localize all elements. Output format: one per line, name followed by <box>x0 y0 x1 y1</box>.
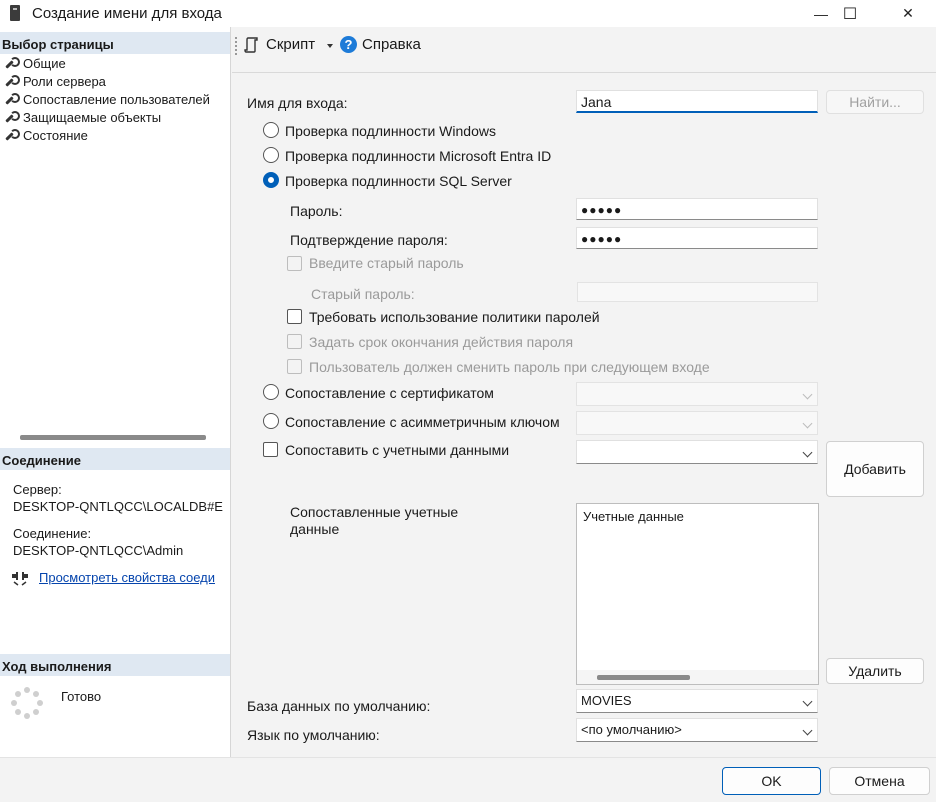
auth-windows-radio[interactable] <box>263 122 279 138</box>
password-input[interactable]: ●●●●● <box>576 198 818 220</box>
chevron-down-icon <box>802 696 813 707</box>
remove-button[interactable]: Удалить <box>826 658 924 684</box>
page-item-label: Состояние <box>23 127 88 143</box>
close-button[interactable]: ✕ <box>885 0 931 27</box>
must-change-checkbox[interactable] <box>287 359 302 374</box>
help-icon: ? <box>340 36 357 53</box>
main-form: Имя для входа: Jana Найти... Проверка по… <box>232 74 936 757</box>
wrench-icon <box>4 93 20 105</box>
wrench-icon <box>4 57 20 69</box>
password-label: Пароль: <box>290 203 343 219</box>
confirm-password-label: Подтверждение пароля: <box>290 232 448 248</box>
help-label: Справка <box>362 36 421 53</box>
default-database-dropdown[interactable]: MOVIES <box>576 689 818 713</box>
view-connection-properties-link[interactable]: Просмотреть свойства соеди <box>39 570 230 585</box>
default-language-label: Язык по умолчанию: <box>247 727 380 743</box>
default-language-dropdown[interactable]: <по умолчанию> <box>576 718 818 742</box>
search-button[interactable]: Найти... <box>826 90 924 114</box>
default-language-value: <по умолчанию> <box>581 722 682 737</box>
old-password-check-label: Введите старый пароль <box>309 255 464 271</box>
map-asymmetric-key-label: Сопоставление с асимметричным ключом <box>285 414 560 430</box>
enforce-expiration-label: Задать срок окончания действия пароля <box>309 334 574 350</box>
server-label: Сервер: <box>13 482 62 497</box>
old-password-input[interactable] <box>577 282 818 302</box>
connection-header: Соединение <box>0 448 230 470</box>
connection-value: DESKTOP-QNTLQCC\Admin <box>13 543 184 558</box>
old-password-checkbox[interactable] <box>287 256 302 271</box>
chevron-down-icon <box>802 447 813 458</box>
page-item-label: Защищаемые объекты <box>23 109 162 125</box>
default-database-value: MOVIES <box>581 693 632 708</box>
login-name-label: Имя для входа: <box>247 95 348 111</box>
auth-sql-radio[interactable] <box>263 172 279 188</box>
script-label: Скрипт <box>266 36 316 53</box>
must-change-label: Пользователь должен сменить пароль при с… <box>309 359 710 375</box>
map-certificate-radio[interactable] <box>263 384 279 400</box>
enforce-expiration-checkbox[interactable] <box>287 334 302 349</box>
auth-sql-label: Проверка подлинности SQL Server <box>285 173 512 189</box>
wrench-icon <box>4 111 20 123</box>
list-horizontal-scrollbar[interactable] <box>577 670 818 684</box>
cancel-button[interactable]: Отмена <box>829 767 930 795</box>
credentials-column-header[interactable]: Учетные данные <box>583 509 684 524</box>
old-password-label: Старый пароль: <box>311 286 415 302</box>
window-title: Создание имени для входа <box>32 5 222 22</box>
toolbar: Скрипт ? Справка <box>232 27 936 73</box>
default-database-label: База данных по умолчанию: <box>247 698 431 714</box>
script-dropdown-arrow-icon[interactable] <box>327 44 333 48</box>
credential-dropdown[interactable] <box>576 440 818 464</box>
dialog-footer: OK Отмена <box>0 757 936 802</box>
page-item-securables[interactable]: Защищаемые объекты <box>4 108 161 126</box>
select-page-header: Выбор страницы <box>0 32 230 54</box>
enforce-policy-label: Требовать использование политики паролей <box>309 309 600 325</box>
map-credential-checkbox[interactable] <box>263 442 278 457</box>
asymmetric-key-dropdown[interactable] <box>576 411 818 435</box>
progress-status: Готово <box>61 689 102 704</box>
server-value: DESKTOP-QNTLQCC\LOCALDB#E <box>13 499 223 514</box>
auth-windows-label: Проверка подлинности Windows <box>285 123 496 139</box>
script-icon <box>244 36 260 53</box>
page-item-server-roles[interactable]: Роли сервера <box>4 72 106 90</box>
chevron-down-icon <box>802 418 813 429</box>
map-credential-label: Сопоставить с учетными данными <box>285 442 510 458</box>
horizontal-scrollbar[interactable] <box>20 435 206 440</box>
mapped-credentials-label: Сопоставленные учетные данные <box>290 504 459 537</box>
login-name-input[interactable]: Jana <box>576 90 818 113</box>
chevron-down-icon <box>802 725 813 736</box>
confirm-password-input[interactable]: ●●●●● <box>576 227 818 249</box>
auth-entra-radio[interactable] <box>263 147 279 163</box>
page-item-general[interactable]: Общие <box>4 54 66 72</box>
enforce-policy-checkbox[interactable] <box>287 309 302 324</box>
progress-spinner-icon <box>10 686 44 720</box>
mapped-credentials-list[interactable]: Учетные данные <box>576 503 819 685</box>
ok-button[interactable]: OK <box>722 767 821 795</box>
page-item-label: Роли сервера <box>23 73 106 89</box>
page-item-label: Сопоставление пользователей <box>23 91 210 107</box>
page-item-status[interactable]: Состояние <box>4 126 88 144</box>
page-item-user-mapping[interactable]: Сопоставление пользователей <box>4 90 210 108</box>
left-panel: Выбор страницы Общие Роли сервера Сопост… <box>0 27 231 757</box>
plug-icon <box>10 570 30 586</box>
map-asymmetric-key-radio[interactable] <box>263 413 279 429</box>
title-bar: Создание имени для входа — ☐ ✕ <box>0 0 936 27</box>
add-button[interactable]: Добавить <box>826 441 924 497</box>
page-item-label: Общие <box>23 55 66 71</box>
scrollbar-thumb[interactable] <box>597 675 690 680</box>
wrench-icon <box>4 129 20 141</box>
auth-entra-label: Проверка подлинности Microsoft Entra ID <box>285 148 552 164</box>
progress-header: Ход выполнения <box>0 654 230 676</box>
connection-label: Соединение: <box>13 526 92 541</box>
help-button[interactable]: ? Справка <box>340 36 421 53</box>
chevron-down-icon <box>802 389 813 400</box>
app-icon <box>10 5 20 21</box>
wrench-icon <box>4 75 20 87</box>
maximize-button[interactable]: ☐ <box>827 0 873 27</box>
toolbar-grip <box>235 37 237 55</box>
certificate-dropdown[interactable] <box>576 382 818 406</box>
script-button[interactable]: Скрипт <box>244 36 315 53</box>
map-certificate-label: Сопоставление с сертификатом <box>285 385 494 401</box>
